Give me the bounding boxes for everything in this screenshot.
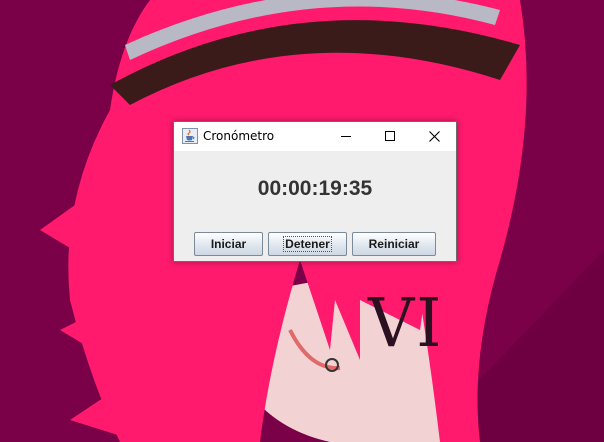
maximize-button[interactable] [368,122,412,151]
window-title: Cronómetro [203,129,275,143]
start-button[interactable]: Iniciar [194,232,263,256]
maximize-icon [385,131,395,141]
window-content: 00:00:19:35 Iniciar Detener Reiniciar [174,151,456,261]
stopwatch-window: Cronómetro 00:00:19:35 Iniciar Detener R… [173,121,457,262]
reset-button-label: Reiniciar [368,237,420,251]
minimize-button[interactable] [324,122,368,151]
start-button-label: Iniciar [210,237,247,251]
elapsed-time-display: 00:00:19:35 [257,177,373,200]
close-button[interactable] [412,122,456,151]
close-icon [429,131,440,142]
reset-button[interactable]: Reiniciar [352,232,436,256]
stop-button[interactable]: Detener [268,232,347,256]
minimize-icon [341,136,351,137]
wallpaper-numeral: VI [368,285,444,363]
stop-button-label: Detener [283,236,332,252]
java-cup-icon [182,128,198,144]
title-bar[interactable]: Cronómetro [174,122,456,151]
